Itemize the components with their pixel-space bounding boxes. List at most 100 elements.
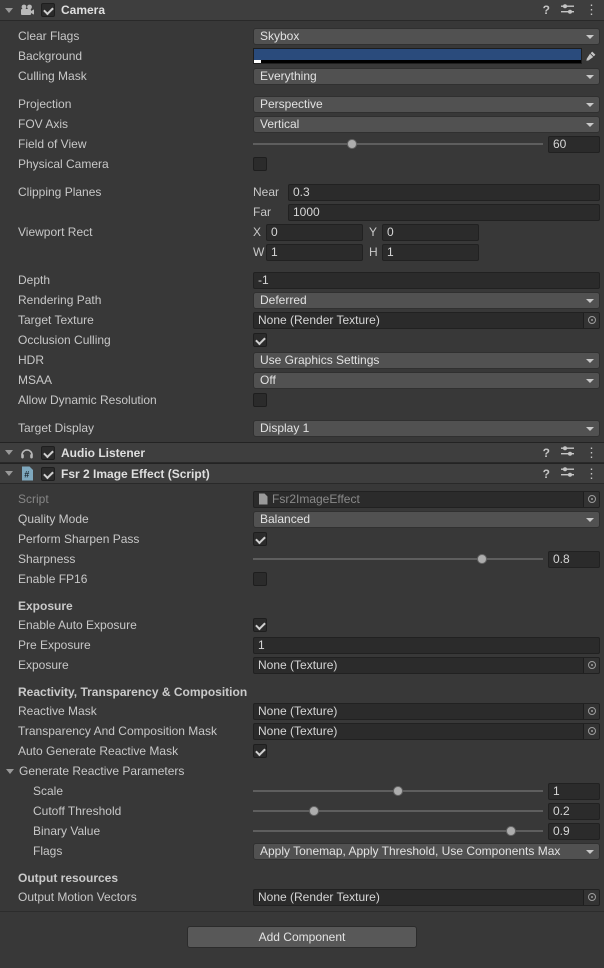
fsr-title: Fsr 2 Image Effect (Script) [61, 467, 210, 481]
sharpness-value[interactable]: 0.8 [548, 551, 600, 568]
dropdown-value: Display 1 [260, 421, 309, 435]
camera-enabled-checkbox[interactable] [41, 3, 55, 17]
slider-thumb[interactable] [393, 786, 403, 796]
flags-dropdown[interactable]: Apply Tonemap, Apply Threshold, Use Comp… [253, 843, 600, 860]
rendering-path-dropdown[interactable]: Deferred [253, 292, 600, 309]
msaa-dropdown[interactable]: Off [253, 372, 600, 389]
camera-component-header[interactable]: Camera ? ⋮ [0, 0, 604, 21]
binary-value-row: Binary Value 0.9 [0, 821, 604, 841]
foldout-open-icon[interactable] [6, 769, 14, 774]
property-label: Enable FP16 [0, 572, 253, 586]
property-label: Output Motion Vectors [0, 890, 253, 904]
script-field[interactable]: Fsr2ImageEffect [253, 491, 600, 508]
help-icon[interactable]: ? [543, 446, 550, 460]
presets-icon[interactable] [561, 445, 574, 460]
add-component-button[interactable]: Add Component [187, 926, 417, 948]
field-of-view-slider[interactable] [253, 136, 543, 152]
help-icon[interactable]: ? [543, 3, 550, 17]
property-label: Target Display [0, 421, 253, 435]
field-of-view-value[interactable]: 60 [548, 136, 600, 153]
kebab-menu-icon[interactable]: ⋮ [585, 466, 598, 482]
fov-axis-dropdown[interactable]: Vertical [253, 116, 600, 133]
viewport-y-field[interactable]: 0 [382, 224, 479, 241]
property-label: Transparency And Composition Mask [0, 724, 253, 738]
hdr-row: HDR Use Graphics Settings [0, 350, 604, 370]
field-of-view-row: Field of View 60 [0, 134, 604, 154]
viewport-rect-xy-row: Viewport Rect X 0 Y 0 [0, 222, 604, 242]
culling-mask-dropdown[interactable]: Everything [253, 68, 600, 85]
binary-value-value[interactable]: 0.9 [548, 823, 600, 840]
target-texture-field[interactable]: None (Render Texture) [253, 312, 600, 329]
object-picker-icon[interactable] [583, 313, 599, 328]
fsr-properties: Script Fsr2ImageEffect Quality Mode Bala… [0, 484, 604, 912]
object-picker-icon[interactable] [583, 658, 599, 673]
kebab-menu-icon[interactable]: ⋮ [585, 2, 598, 18]
enable-fp16-checkbox[interactable] [253, 572, 267, 586]
enable-auto-exposure-checkbox[interactable] [253, 618, 267, 632]
property-label: Reactive Mask [0, 704, 253, 718]
background-color-field[interactable] [253, 48, 600, 64]
occlusion-culling-checkbox[interactable] [253, 333, 267, 347]
viewport-h-field[interactable]: 1 [382, 244, 479, 261]
presets-icon[interactable] [561, 3, 574, 18]
presets-icon[interactable] [561, 466, 574, 481]
slider-thumb[interactable] [506, 826, 516, 836]
transparency-mask-row: Transparency And Composition Mask None (… [0, 721, 604, 741]
cutoff-threshold-value[interactable]: 0.2 [548, 803, 600, 820]
property-label: FOV Axis [0, 117, 253, 131]
transparency-mask-field[interactable]: None (Texture) [253, 723, 600, 740]
viewport-w-field[interactable]: 1 [266, 244, 363, 261]
help-icon[interactable]: ? [543, 467, 550, 481]
property-label: Field of View [0, 137, 253, 151]
quality-mode-dropdown[interactable]: Balanced [253, 511, 600, 528]
dropdown-value: Balanced [260, 512, 310, 526]
color-swatch[interactable] [253, 48, 582, 64]
foldout-open-icon[interactable] [5, 8, 13, 13]
fov-axis-row: FOV Axis Vertical [0, 114, 604, 134]
pre-exposure-field[interactable]: 1 [253, 637, 600, 654]
msaa-row: MSAA Off [0, 370, 604, 390]
far-field[interactable]: 1000 [288, 204, 600, 221]
scale-slider[interactable] [253, 783, 543, 799]
allow-dynamic-resolution-checkbox[interactable] [253, 393, 267, 407]
slider-thumb[interactable] [347, 139, 357, 149]
property-label: Background [0, 49, 253, 63]
object-picker-icon[interactable] [583, 704, 599, 719]
auto-generate-reactive-mask-checkbox[interactable] [253, 744, 267, 758]
fsr-enabled-checkbox[interactable] [41, 467, 55, 481]
audio-listener-title: Audio Listener [61, 446, 145, 460]
hdr-dropdown[interactable]: Use Graphics Settings [253, 352, 600, 369]
slider-thumb[interactable] [309, 806, 319, 816]
binary-value-slider[interactable] [253, 823, 543, 839]
depth-row: Depth -1 [0, 270, 604, 290]
fsr-component-header[interactable]: # Fsr 2 Image Effect (Script) ? ⋮ [0, 463, 604, 484]
perform-sharpen-pass-checkbox[interactable] [253, 532, 267, 546]
slider-thumb[interactable] [477, 554, 487, 564]
object-picker-icon[interactable] [583, 492, 599, 507]
physical-camera-checkbox[interactable] [253, 157, 267, 171]
object-picker-icon[interactable] [583, 890, 599, 905]
auto-generate-reactive-mask-row: Auto Generate Reactive Mask [0, 741, 604, 761]
sharpness-slider[interactable] [253, 551, 543, 567]
eyedropper-icon[interactable] [582, 48, 600, 64]
output-motion-vectors-field[interactable]: None (Render Texture) [253, 889, 600, 906]
exposure-field[interactable]: None (Texture) [253, 657, 600, 674]
kebab-menu-icon[interactable]: ⋮ [585, 445, 598, 461]
viewport-rect-wh-row: W 1 H 1 [0, 242, 604, 262]
projection-dropdown[interactable]: Perspective [253, 96, 600, 113]
cutoff-threshold-slider[interactable] [253, 803, 543, 819]
chevron-down-icon [586, 123, 594, 127]
reactive-mask-field[interactable]: None (Texture) [253, 703, 600, 720]
audio-listener-enabled-checkbox[interactable] [41, 446, 55, 460]
object-picker-icon[interactable] [583, 724, 599, 739]
slider-track [253, 143, 543, 145]
depth-field[interactable]: -1 [253, 272, 600, 289]
target-display-dropdown[interactable]: Display 1 [253, 420, 600, 437]
foldout-open-icon[interactable] [5, 471, 13, 476]
scale-value[interactable]: 1 [548, 783, 600, 800]
near-field[interactable]: 0.3 [288, 184, 600, 201]
clear-flags-dropdown[interactable]: Skybox [253, 28, 600, 45]
audio-listener-component-header[interactable]: Audio Listener ? ⋮ [0, 442, 604, 463]
foldout-open-icon[interactable] [5, 450, 13, 455]
viewport-x-field[interactable]: 0 [266, 224, 363, 241]
